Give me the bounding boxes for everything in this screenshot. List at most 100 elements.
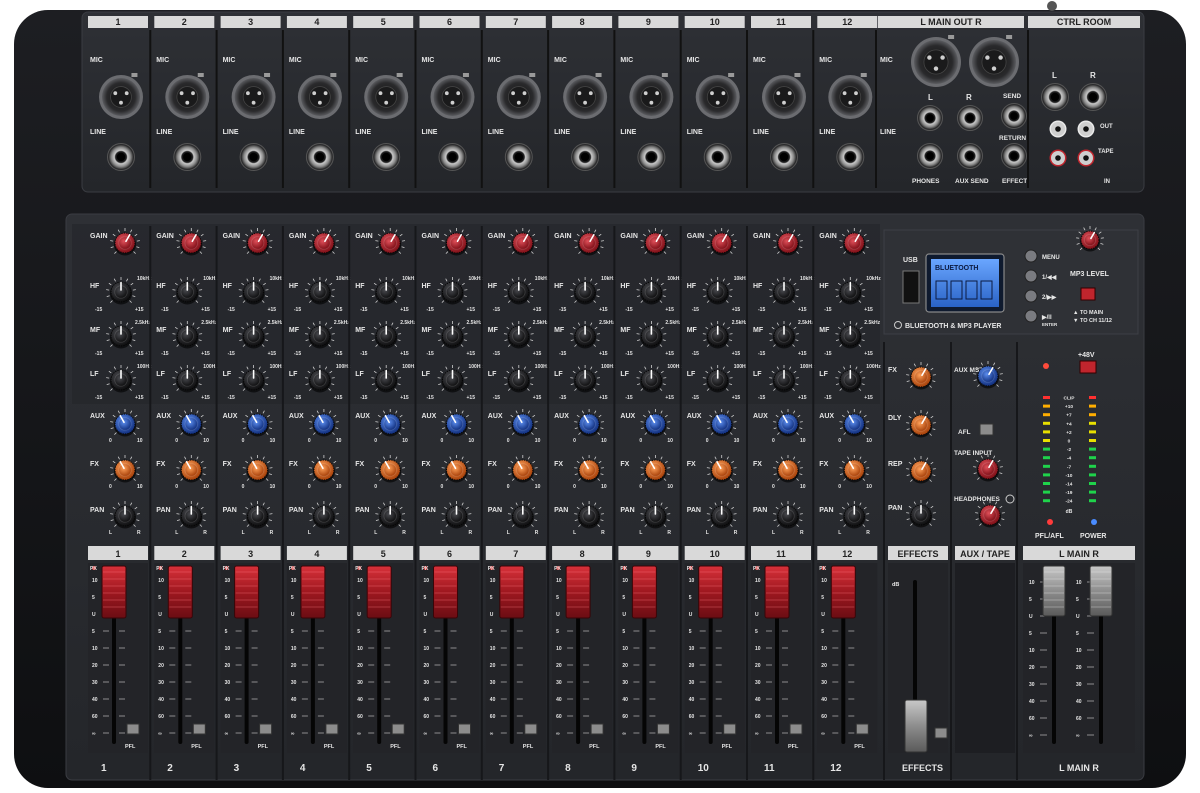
knob-cap[interactable] [847, 236, 861, 250]
pfl-button-6[interactable] [458, 723, 471, 735]
knob-cap[interactable] [781, 463, 795, 477]
knob-cap[interactable] [715, 417, 729, 431]
channel-fader-12[interactable] [830, 565, 856, 619]
knob-cap[interactable] [516, 417, 530, 431]
pfl-button-2[interactable] [192, 723, 206, 735]
knob-cap[interactable] [715, 463, 729, 477]
line-input-jack-1[interactable] [107, 143, 135, 171]
line-input-jack-11[interactable] [770, 143, 798, 171]
knob-cap[interactable] [516, 463, 530, 477]
pfl-button-12[interactable] [855, 723, 869, 735]
line-input-jack-5[interactable] [372, 143, 401, 171]
channel-fader-1[interactable] [101, 565, 127, 619]
ctrl-room-right-jack[interactable] [1079, 83, 1107, 111]
channel-fader-8[interactable] [565, 565, 591, 619]
knob-cap[interactable] [648, 463, 663, 477]
fader-cap[interactable] [1042, 565, 1066, 617]
pfl-button-9[interactable] [656, 723, 670, 735]
knob-cap[interactable] [516, 236, 530, 250]
knob-cap[interactable] [582, 236, 596, 250]
line-input-jack-12[interactable] [836, 143, 865, 171]
channel-fader-9[interactable] [631, 565, 657, 619]
knob-cap[interactable] [781, 236, 795, 250]
line-input-jack-8[interactable] [571, 143, 600, 171]
fader-cap[interactable] [565, 565, 591, 619]
knob-cap[interactable] [847, 417, 861, 431]
ctrl-room-left-jack[interactable] [1041, 83, 1069, 111]
fader-cap[interactable] [300, 565, 326, 619]
main-out-right-jack[interactable] [957, 105, 983, 131]
knob-cap[interactable] [648, 417, 663, 431]
main-out-left-jack[interactable] [917, 105, 943, 131]
fader-cap[interactable] [1089, 565, 1113, 617]
knob-cap[interactable] [184, 236, 198, 250]
channel-fader-2[interactable] [167, 565, 193, 619]
fader-cap[interactable] [167, 565, 193, 619]
channel-fader-3[interactable] [234, 565, 260, 619]
knob-cap[interactable] [914, 418, 928, 432]
knob-cap[interactable] [118, 417, 132, 431]
line-input-jack-6[interactable] [438, 143, 467, 171]
knob-cap[interactable] [981, 462, 995, 476]
phantom-power-button[interactable] [1079, 360, 1097, 374]
previous-button[interactable] [1024, 269, 1038, 283]
knob-cap[interactable] [1084, 234, 1096, 246]
pfl-button-8[interactable] [590, 723, 604, 735]
knob-cap[interactable] [317, 463, 331, 477]
afl-button[interactable] [979, 423, 994, 436]
tape-in-left-rca[interactable] [1077, 120, 1095, 138]
knob-cap[interactable] [118, 463, 132, 477]
knob-cap[interactable] [449, 463, 464, 477]
knob-cap[interactable] [582, 417, 596, 431]
pfl-button-3[interactable] [259, 723, 273, 735]
fader-cap[interactable] [366, 565, 392, 619]
fader-cap[interactable] [234, 565, 260, 619]
knob-cap[interactable] [449, 236, 464, 250]
fader-cap[interactable] [433, 565, 458, 619]
knob-cap[interactable] [648, 236, 663, 250]
fader-cap[interactable] [499, 565, 525, 619]
effect-send-jack[interactable] [1001, 103, 1027, 129]
tape-out-right-rca[interactable] [1049, 149, 1067, 167]
knob-cap[interactable] [449, 417, 464, 431]
knob-cap[interactable] [251, 236, 265, 250]
mp3-routing-button[interactable] [1080, 287, 1096, 301]
line-input-jack-7[interactable] [504, 143, 533, 171]
knob-cap[interactable] [847, 463, 861, 477]
knob-cap[interactable] [317, 417, 331, 431]
pfl-button-4[interactable] [325, 723, 339, 735]
phones-jack[interactable] [917, 143, 943, 169]
knob-cap[interactable] [981, 369, 995, 383]
next-button[interactable] [1024, 289, 1038, 303]
fader-cap[interactable] [904, 699, 928, 753]
fader-cap[interactable] [698, 565, 724, 619]
play-pause-button[interactable] [1024, 309, 1038, 323]
effects-fader[interactable] [904, 699, 928, 753]
knob-cap[interactable] [317, 236, 331, 250]
pfl-button-1[interactable] [126, 723, 140, 735]
channel-fader-11[interactable] [764, 565, 790, 619]
knob-cap[interactable] [914, 370, 928, 384]
line-input-jack-9[interactable] [637, 143, 666, 171]
channel-fader-10[interactable] [698, 565, 724, 619]
pfl-button-5[interactable] [391, 723, 405, 735]
knob-cap[interactable] [582, 463, 596, 477]
knob-cap[interactable] [184, 463, 198, 477]
knob-cap[interactable] [251, 417, 265, 431]
channel-fader-4[interactable] [300, 565, 326, 619]
knob-cap[interactable] [383, 236, 397, 250]
knob-cap[interactable] [383, 463, 397, 477]
effect-return-jack[interactable] [1001, 143, 1027, 169]
knob-cap[interactable] [118, 236, 132, 250]
main-right-fader[interactable] [1089, 565, 1113, 617]
effects-pfl-button[interactable] [934, 727, 948, 739]
pfl-button-7[interactable] [524, 723, 538, 735]
pfl-button-11[interactable] [789, 723, 803, 735]
channel-fader-7[interactable] [499, 565, 525, 619]
knob-cap[interactable] [251, 463, 265, 477]
line-input-jack-2[interactable] [173, 143, 202, 171]
tape-out-left-rca[interactable] [1049, 120, 1067, 138]
knob-cap[interactable] [715, 236, 729, 250]
menu-button[interactable] [1024, 249, 1038, 263]
knob-cap[interactable] [781, 417, 795, 431]
